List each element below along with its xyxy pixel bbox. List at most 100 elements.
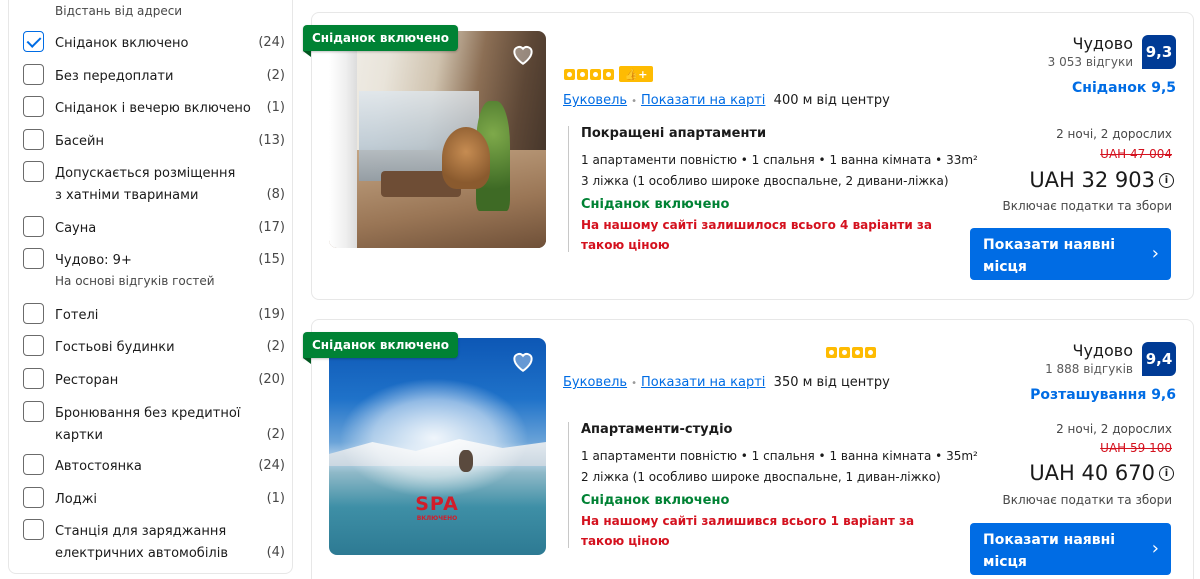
chevron-right-icon: › bbox=[1151, 243, 1159, 264]
filter-label: Станція для заряджання електричних автом… bbox=[55, 524, 229, 561]
subscore-text: Розташування 9,6 bbox=[1030, 387, 1176, 403]
filter-checkbox[interactable] bbox=[23, 64, 44, 85]
filter-checkbox[interactable] bbox=[23, 519, 44, 540]
property-photo[interactable]: SPA ВКЛЮЧЕНО bbox=[329, 338, 546, 555]
filter-checkbox[interactable] bbox=[23, 129, 44, 150]
bed-details: 3 ліжка (1 особливо широке двоспальне, 2… bbox=[581, 174, 949, 188]
filter-count: (1) bbox=[266, 491, 285, 506]
show-on-map-link[interactable]: Показати на карті bbox=[641, 375, 765, 390]
filter-count: (20) bbox=[258, 372, 285, 387]
property-photo[interactable] bbox=[329, 31, 546, 248]
review-count: 1 888 відгуків bbox=[1045, 362, 1133, 376]
filter-label: Сауна bbox=[55, 221, 97, 236]
filter-lodges[interactable]: Лоджі (1) bbox=[23, 487, 285, 511]
room-details: 1 апартаменти повністю • 1 спальня • 1 в… bbox=[581, 449, 978, 463]
property-card[interactable]: SPA ВКЛЮЧЕНО Сніданок включено Буковель •… bbox=[303, 319, 1194, 579]
filter-sublabel: На основі відгуків гостей bbox=[55, 274, 215, 288]
current-price: UAH 32 903 i bbox=[1029, 168, 1174, 192]
scarcity-note: На нашому сайті залишилося всього 4 варі… bbox=[581, 218, 932, 252]
show-availability-button[interactable]: Показати наявні місця › bbox=[970, 523, 1171, 575]
filter-count: (19) bbox=[258, 307, 285, 322]
heart-icon[interactable] bbox=[508, 39, 538, 69]
location-line: Буковель • Показати на карті 400 м від цен… bbox=[563, 93, 890, 108]
review-score-badge[interactable]: 9,3 bbox=[1142, 35, 1176, 69]
filter-label: Сніданок і вечерю включено bbox=[55, 101, 251, 116]
filter-count: (13) bbox=[258, 133, 285, 148]
filter-label: Чудово: 9+ bbox=[55, 253, 132, 268]
distance-text: 400 м від центру bbox=[773, 93, 890, 108]
breakfast-ribbon: Сніданок включено bbox=[303, 332, 458, 364]
separator-dot: • bbox=[631, 96, 637, 107]
filter-count: (2) bbox=[266, 339, 285, 354]
filter-pets-allowed[interactable]: Допускається розміщення з хатніми тварин… bbox=[23, 161, 285, 207]
room-info: Покращені апартаменти 1 апартаменти повн… bbox=[568, 126, 978, 252]
breakfast-note: Сніданок включено bbox=[581, 493, 730, 508]
show-availability-button[interactable]: Показати наявні місця › bbox=[970, 228, 1171, 280]
room-name: Апартаменти-студіо bbox=[581, 422, 733, 437]
distance-text: 350 м від центру bbox=[773, 375, 890, 390]
filter-hotels[interactable]: Готелі (19) bbox=[23, 303, 285, 327]
taxes-note: Включає податки та збори bbox=[1002, 199, 1172, 213]
location-link[interactable]: Буковель bbox=[563, 375, 627, 390]
filter-label: Автостоянка bbox=[55, 459, 142, 474]
score-word: Чудово bbox=[1072, 341, 1133, 360]
filter-breakfast-included[interactable]: Сніданок включено (24) bbox=[23, 31, 285, 55]
filter-checkbox[interactable] bbox=[23, 368, 44, 389]
filter-checkbox[interactable] bbox=[23, 401, 44, 422]
filter-group-header: Відстань від адреси bbox=[55, 4, 183, 18]
filter-breakfast-dinner[interactable]: Сніданок і вечерю включено (1) bbox=[23, 96, 285, 120]
filter-label: Готелі bbox=[55, 308, 99, 323]
breakfast-note: Сніданок включено bbox=[581, 197, 730, 212]
filter-label: Бронювання без кредитної картки bbox=[55, 406, 241, 443]
show-on-map-link[interactable]: Показати на карті bbox=[641, 93, 765, 108]
filter-checkbox[interactable] bbox=[23, 248, 44, 269]
filter-no-credit-card[interactable]: Бронювання без кредитної картки (2) bbox=[23, 401, 285, 447]
filter-checkbox[interactable] bbox=[23, 335, 44, 356]
filter-checkbox[interactable] bbox=[23, 454, 44, 475]
filter-label: Допускається розміщення з хатніми тварин… bbox=[55, 166, 236, 203]
photo-chair bbox=[442, 127, 490, 189]
check-icon[interactable] bbox=[23, 31, 44, 52]
star-icon bbox=[852, 347, 863, 358]
filter-restaurant[interactable]: Ресторан (20) bbox=[23, 368, 285, 392]
original-price: UAH 47 004 bbox=[1100, 147, 1172, 161]
filter-count: (24) bbox=[258, 35, 285, 50]
property-card[interactable]: Сніданок включено 👍+ Буковель • Показати н… bbox=[303, 12, 1194, 300]
star-icon bbox=[577, 68, 588, 80]
filter-label: Сніданок включено bbox=[55, 36, 189, 51]
original-price: UAH 59 100 bbox=[1100, 441, 1172, 455]
stay-details: 2 ночі, 2 дорослих bbox=[1056, 127, 1172, 141]
filter-count: (4) bbox=[266, 545, 285, 560]
photo-steam bbox=[339, 378, 529, 498]
filter-no-prepayment[interactable]: Без передоплати (2) bbox=[23, 64, 285, 88]
star-icon bbox=[826, 347, 837, 358]
filter-checkbox[interactable] bbox=[23, 96, 44, 117]
subscore-text: Сніданок 9,5 bbox=[1072, 80, 1176, 96]
scarcity-note: На нашому сайті залишився всього 1 варіа… bbox=[581, 514, 915, 548]
stay-details: 2 ночі, 2 дорослих bbox=[1056, 422, 1172, 436]
filter-sauna[interactable]: Сауна (17) bbox=[23, 216, 285, 240]
filter-rating-9plus[interactable]: Чудово: 9+ (15) На основі відгуків госте… bbox=[23, 248, 285, 288]
location-line: Буковель • Показати на карті 350 м від цен… bbox=[563, 375, 890, 390]
info-icon[interactable]: i bbox=[1159, 465, 1174, 481]
price-text: UAH 32 903 bbox=[1029, 168, 1155, 192]
star-rating: 👍+ bbox=[564, 66, 653, 82]
filter-pool[interactable]: Басейн (13) bbox=[23, 129, 285, 153]
heart-icon[interactable] bbox=[508, 346, 538, 376]
filter-label: Лоджі bbox=[55, 492, 98, 507]
location-link[interactable]: Буковель bbox=[563, 93, 627, 108]
filter-checkbox[interactable] bbox=[23, 216, 44, 237]
filter-checkbox[interactable] bbox=[23, 303, 44, 324]
review-score-badge[interactable]: 9,4 bbox=[1142, 342, 1176, 376]
filter-ev-charging[interactable]: Станція для заряджання електричних автом… bbox=[23, 519, 285, 565]
filter-label: Гостьові будинки bbox=[55, 340, 175, 355]
filter-checkbox[interactable] bbox=[23, 161, 44, 182]
filter-count: (2) bbox=[266, 427, 285, 442]
filter-guest-houses[interactable]: Гостьові будинки (2) bbox=[23, 335, 285, 359]
filter-parking[interactable]: Автостоянка (24) bbox=[23, 454, 285, 478]
info-icon[interactable]: i bbox=[1159, 172, 1174, 188]
filters-sidebar: Відстань від адреси Сніданок включено (2… bbox=[8, 0, 293, 574]
filter-checkbox[interactable] bbox=[23, 487, 44, 508]
filter-count: (15) bbox=[258, 252, 285, 267]
price-text: UAH 40 670 bbox=[1029, 461, 1155, 485]
